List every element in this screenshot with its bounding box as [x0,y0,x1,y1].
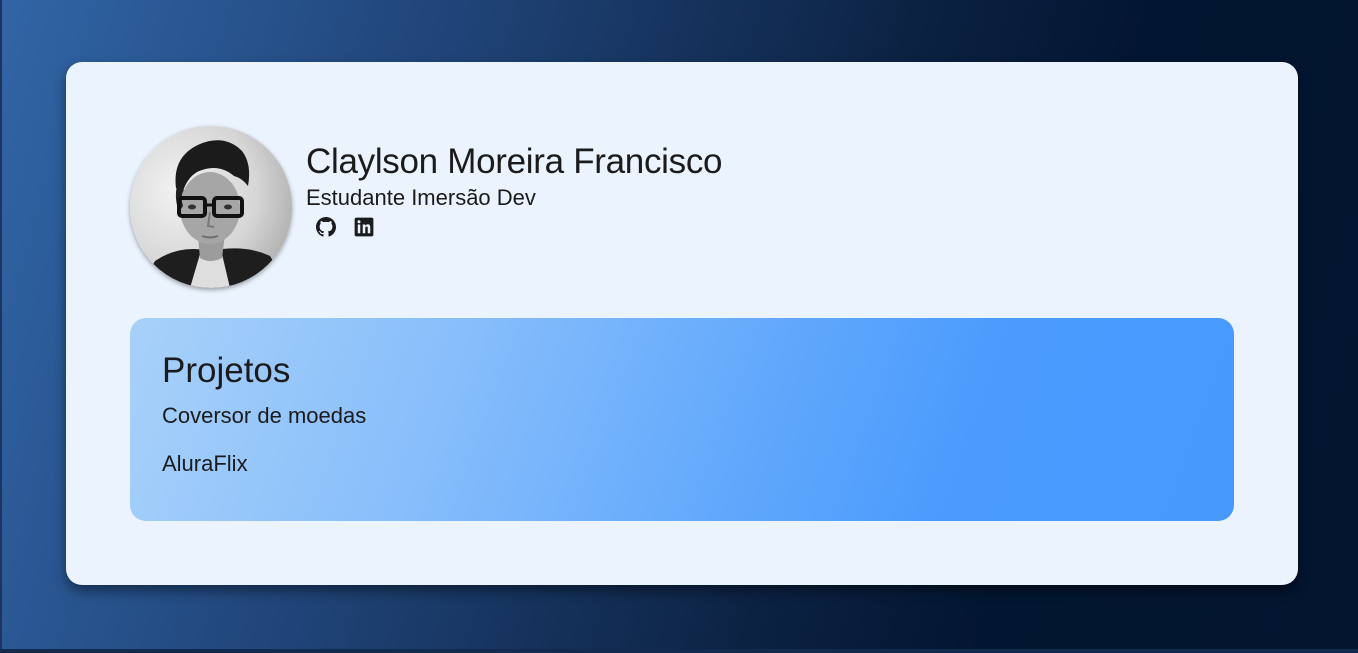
linkedin-icon [354,217,374,236]
profile-role: Estudante Imersão Dev [306,184,536,210]
avatar [130,126,292,288]
profile-info: Claylson Moreira Francisco Estudante Ime… [306,140,723,239]
project-link-conversor[interactable]: Coversor de moedas [162,402,366,430]
profile-name: Claylson Moreira Francisco [306,141,723,181]
linkedin-link[interactable] [352,215,376,239]
projects-section: Projetos Coversor de moedas AluraFlix [130,318,1234,521]
project-link-aluraflix[interactable]: AluraFlix [162,450,248,478]
profile-header: Claylson Moreira Francisco Estudante Ime… [130,126,723,288]
social-links [306,215,722,239]
github-icon [316,216,336,237]
github-link[interactable] [314,215,338,239]
avatar-photo [130,126,292,288]
profile-card: Claylson Moreira Francisco Estudante Ime… [66,62,1298,585]
projects-title: Projetos [162,351,291,390]
page-left-edge [0,0,2,653]
page-bottom-edge [0,649,1358,653]
